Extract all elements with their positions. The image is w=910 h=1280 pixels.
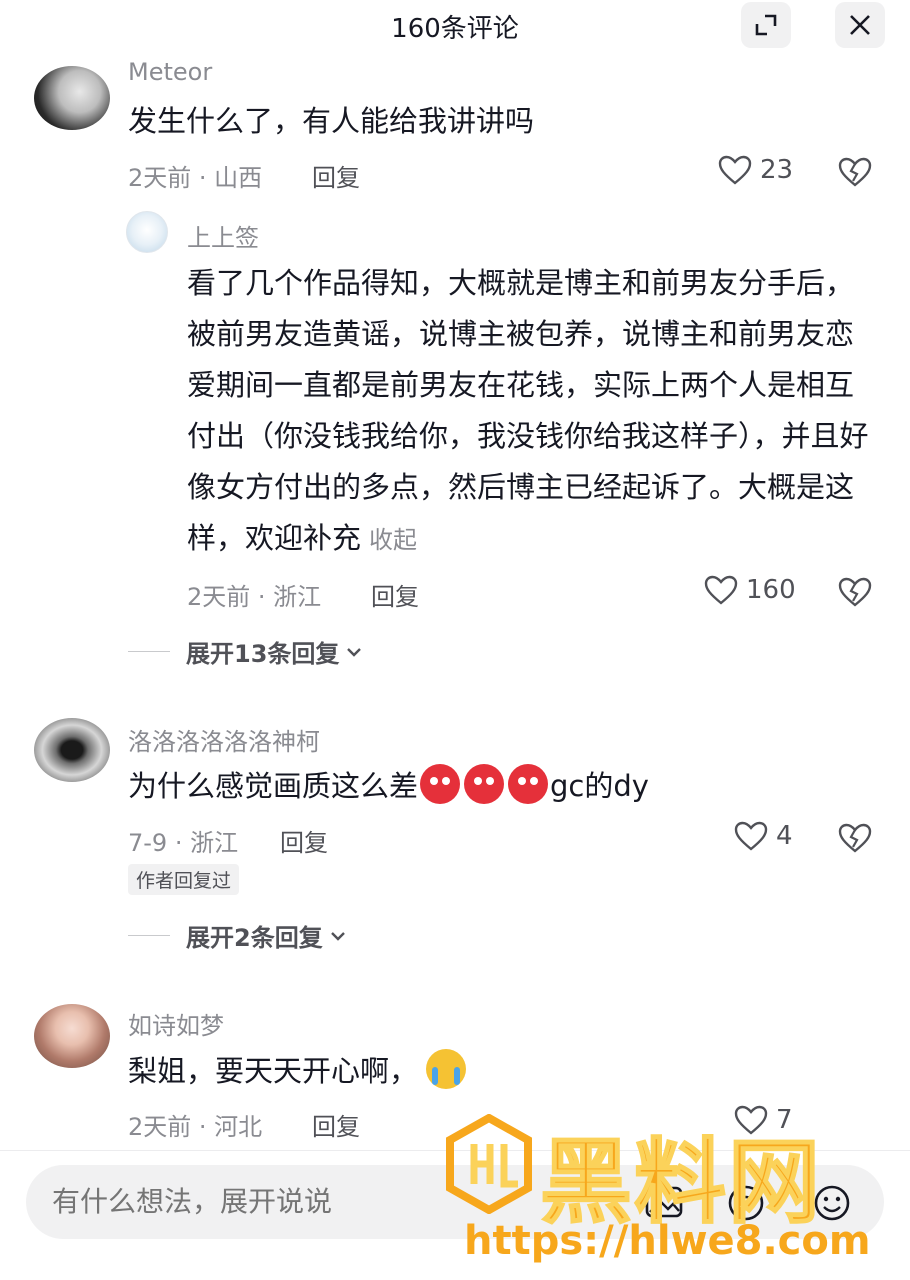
comment-username[interactable]: 洛洛洛洛洛洛神柯 — [128, 722, 320, 757]
comment-meta: 2天前 · 河北 — [128, 1113, 263, 1141]
heart-icon — [734, 1105, 768, 1135]
reply-username[interactable]: 上上签 — [187, 218, 259, 253]
comment-meta: 2天前 · 山西 — [128, 164, 263, 192]
image-icon[interactable] — [644, 1183, 684, 1225]
reply-button[interactable]: 回复 — [280, 823, 328, 858]
broken-heart-icon — [838, 157, 872, 187]
comment-text: 梨姐，要天天开心啊， — [128, 1046, 868, 1097]
avatar[interactable] — [34, 718, 110, 782]
angry-emoji-icon — [420, 764, 461, 804]
close-icon — [850, 15, 870, 35]
like-count: 160 — [746, 575, 796, 605]
close-button[interactable] — [835, 2, 885, 48]
broken-heart-icon — [838, 577, 872, 607]
reply-button[interactable]: 回复 — [312, 158, 360, 193]
comment-text: 为什么感觉画质这么差 gc的dy — [128, 761, 888, 812]
expand-replies-label: 展开2条回复 — [186, 924, 323, 952]
avatar[interactable] — [126, 211, 168, 253]
heart-icon — [734, 821, 768, 851]
mention-icon[interactable] — [726, 1183, 766, 1227]
chevron-down-icon — [330, 931, 345, 941]
like-count: 4 — [776, 821, 793, 851]
expand-replies-button[interactable]: 展开13条回复 — [128, 634, 365, 669]
reply-text: 看了几个作品得知，大概就是博主和前男友分手后，被前男友造黄谣，说博主被包养，说博… — [187, 258, 877, 566]
comment-input[interactable] — [52, 1185, 612, 1218]
reply-text-content: 看了几个作品得知，大概就是博主和前男友分手后，被前男友造黄谣，说博主被包养，说博… — [187, 266, 869, 555]
expand-replies-button[interactable]: 展开2条回复 — [128, 918, 349, 953]
like-button[interactable]: 160 — [704, 574, 796, 606]
comment-text: 发生什么了，有人能给我讲讲吗 — [128, 104, 535, 138]
avatar[interactable] — [34, 66, 110, 130]
broken-heart-icon — [838, 823, 872, 853]
like-button[interactable]: 23 — [718, 154, 793, 186]
like-button[interactable]: 7 — [734, 1104, 793, 1136]
dislike-button[interactable] — [838, 156, 872, 192]
collapse-link[interactable]: 收起 — [369, 526, 417, 554]
author-replied-badge: 作者回复过 — [128, 864, 240, 895]
input-divider — [0, 1150, 910, 1151]
dislike-button[interactable] — [838, 576, 872, 612]
angry-emoji-icon — [464, 764, 505, 804]
like-count: 23 — [760, 155, 794, 185]
expand-divider — [128, 651, 170, 652]
comment-input-bar[interactable] — [26, 1165, 884, 1239]
like-count: 7 — [776, 1105, 793, 1135]
avatar[interactable] — [34, 1004, 110, 1068]
heart-icon — [704, 575, 738, 605]
comment-text-suffix: gc的dy — [550, 769, 649, 803]
expand-replies-label: 展开13条回复 — [186, 640, 340, 668]
angry-emoji-icon — [508, 764, 549, 804]
comments-header: 160条评论 — [0, 0, 910, 56]
reply-button[interactable]: 回复 — [312, 1107, 360, 1142]
comment-username[interactable]: Meteor — [128, 58, 212, 86]
crying-emoji-icon — [426, 1049, 467, 1089]
like-button[interactable]: 4 — [734, 820, 793, 852]
chevron-down-icon — [347, 647, 362, 657]
emoji-icon[interactable] — [812, 1183, 852, 1227]
comment-text-content: 为什么感觉画质这么差 — [128, 769, 419, 803]
comment-username[interactable]: 如诗如梦 — [128, 1006, 224, 1041]
expand-divider — [128, 935, 170, 936]
expand-button[interactable] — [741, 2, 791, 48]
reply-meta: 2天前 · 浙江 — [187, 583, 322, 611]
expand-icon — [755, 14, 777, 36]
comment-meta: 7-9 · 浙江 — [128, 829, 239, 857]
dislike-button[interactable] — [838, 822, 872, 858]
reply-button[interactable]: 回复 — [371, 577, 419, 612]
heart-icon — [718, 155, 752, 185]
comment-text-content: 梨姐，要天天开心啊， — [128, 1054, 419, 1088]
